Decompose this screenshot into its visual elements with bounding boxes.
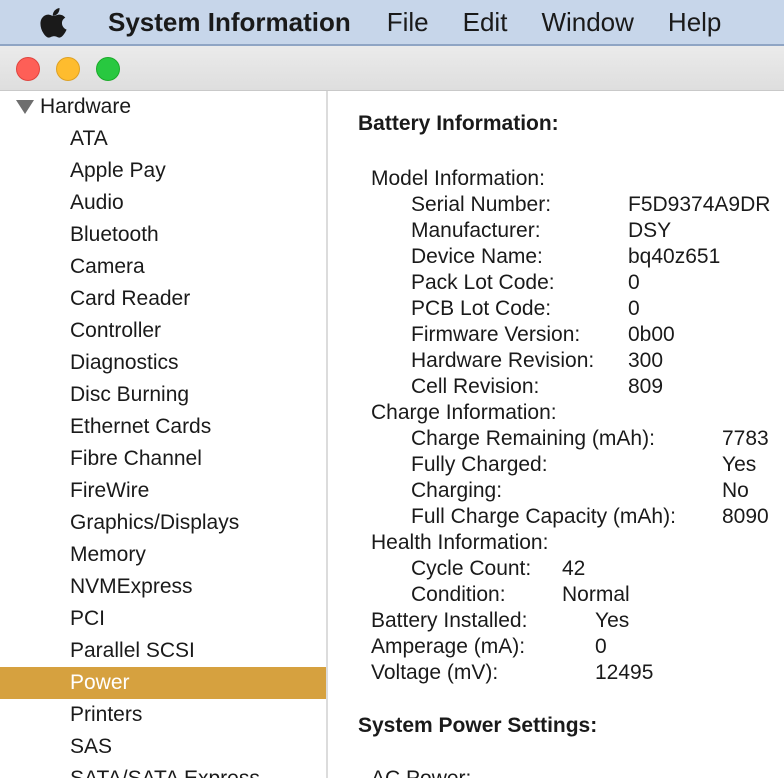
charge-row: Full Charge Capacity (mAh): 8090 xyxy=(328,504,784,530)
row-value: bq40z651 xyxy=(628,245,721,268)
sidebar-group-label: Hardware xyxy=(40,95,132,118)
row-label: Fully Charged: xyxy=(411,453,548,476)
row-label: PCB Lot Code: xyxy=(411,297,552,320)
sidebar-item-pci[interactable]: PCI xyxy=(0,603,326,635)
model-row: Cell Revision: 809 xyxy=(328,374,784,400)
health-info-heading: Health Information: xyxy=(371,531,549,554)
row-label: Cycle Count: xyxy=(411,557,532,580)
row-label: Voltage (mV): xyxy=(371,661,499,684)
sidebar-item-apple-pay[interactable]: Apple Pay xyxy=(0,155,326,187)
row-value: 0 xyxy=(628,271,640,294)
row-label: Condition: xyxy=(411,583,506,606)
row-label: Cell Revision: xyxy=(411,375,540,398)
ac-power-label: AC Power: xyxy=(371,766,471,778)
detail-pane: Battery Information: Model Information: … xyxy=(328,91,784,778)
row-label: Manufacturer: xyxy=(411,219,541,242)
menu-file[interactable]: File xyxy=(387,7,429,38)
row-value: 7783 xyxy=(722,427,769,450)
row-value: Yes xyxy=(722,453,757,476)
menu-app-name[interactable]: System Information xyxy=(108,7,351,38)
row-value: No xyxy=(722,479,749,502)
sidebar-item-memory[interactable]: Memory xyxy=(0,539,326,571)
sidebar-list: ATA Apple Pay Audio Bluetooth Camera Car… xyxy=(0,123,326,778)
sidebar-item-parallel-scsi[interactable]: Parallel SCSI xyxy=(0,635,326,667)
battery-row: Amperage (mA): 0 xyxy=(328,634,784,660)
row-value: 0 xyxy=(628,297,640,320)
zoom-window-button[interactable] xyxy=(96,57,120,81)
sidebar-item-sas[interactable]: SAS xyxy=(0,731,326,763)
sidebar-item-disc-burning[interactable]: Disc Burning xyxy=(0,379,326,411)
sidebar-item-ethernet-cards[interactable]: Ethernet Cards xyxy=(0,411,326,443)
row-label: Full Charge Capacity (mAh): xyxy=(411,505,676,528)
row-label: Charging: xyxy=(411,479,503,502)
row-value: Normal xyxy=(562,583,630,606)
model-row: Pack Lot Code: 0 xyxy=(328,270,784,296)
row-value: 8090 xyxy=(722,505,769,528)
sidebar-item-audio[interactable]: Audio xyxy=(0,187,326,219)
model-row: Serial Number: F5D9374A9DR xyxy=(328,192,784,218)
model-row: Hardware Revision: 300 xyxy=(328,348,784,374)
charge-info-heading: Charge Information: xyxy=(371,401,557,424)
menu-help[interactable]: Help xyxy=(668,7,721,38)
sidebar-item-fibre-channel[interactable]: Fibre Channel xyxy=(0,443,326,475)
row-value: 12495 xyxy=(595,661,654,684)
sidebar-item-printers[interactable]: Printers xyxy=(0,699,326,731)
minimize-window-button[interactable] xyxy=(56,57,80,81)
row-label: Charge Remaining (mAh): xyxy=(411,427,655,450)
battery-row: Battery Installed: Yes xyxy=(328,608,784,634)
model-row: Manufacturer: DSY xyxy=(328,218,784,244)
row-value: F5D9374A9DR xyxy=(628,193,771,216)
sidebar-item-bluetooth[interactable]: Bluetooth xyxy=(0,219,326,251)
row-value: 42 xyxy=(562,557,586,580)
sidebar-item-controller[interactable]: Controller xyxy=(0,315,326,347)
row-value: 0 xyxy=(595,635,607,658)
row-label: Battery Installed: xyxy=(371,609,528,632)
sidebar-item-power[interactable]: Power xyxy=(0,667,326,699)
power-settings-title: System Power Settings: xyxy=(358,714,598,737)
model-row: Firmware Version: 0b00 xyxy=(328,322,784,348)
row-label: Device Name: xyxy=(411,245,543,268)
sidebar-item-camera[interactable]: Camera xyxy=(0,251,326,283)
sidebar: Hardware ATA Apple Pay Audio Bluetooth C… xyxy=(0,91,326,778)
battery-row: Voltage (mV): 12495 xyxy=(328,660,784,686)
model-row: Device Name: bq40z651 xyxy=(328,244,784,270)
sidebar-item-firewire[interactable]: FireWire xyxy=(0,475,326,507)
menu-edit[interactable]: Edit xyxy=(463,7,508,38)
disclosure-triangle-icon[interactable] xyxy=(16,100,34,114)
row-label: Amperage (mA): xyxy=(371,635,526,658)
row-label: Pack Lot Code: xyxy=(411,271,555,294)
battery-info-title: Battery Information: xyxy=(358,112,559,135)
charge-row: Charging: No xyxy=(328,478,784,504)
sidebar-group-hardware[interactable]: Hardware xyxy=(0,93,326,121)
row-label: Hardware Revision: xyxy=(411,349,595,372)
sidebar-item-nvmexpress[interactable]: NVMExpress xyxy=(0,571,326,603)
sidebar-item-diagnostics[interactable]: Diagnostics xyxy=(0,347,326,379)
sidebar-item-graphics-displays[interactable]: Graphics/Displays xyxy=(0,507,326,539)
row-label: Serial Number: xyxy=(411,193,552,216)
health-row: Condition: Normal xyxy=(328,582,784,608)
row-value: DSY xyxy=(628,219,672,242)
sidebar-item-card-reader[interactable]: Card Reader xyxy=(0,283,326,315)
charge-row: Charge Remaining (mAh): 7783 xyxy=(328,426,784,452)
row-value: 809 xyxy=(628,375,664,398)
row-value: 300 xyxy=(628,349,664,372)
charge-row: Fully Charged: Yes xyxy=(328,452,784,478)
row-label: Firmware Version: xyxy=(411,323,581,346)
apple-logo-icon[interactable] xyxy=(40,5,70,39)
sidebar-item-sata[interactable]: SATA/SATA Express xyxy=(0,763,326,778)
health-row: Cycle Count: 42 xyxy=(328,556,784,582)
row-value: Yes xyxy=(595,609,630,632)
model-row: PCB Lot Code: 0 xyxy=(328,296,784,322)
menu-window[interactable]: Window xyxy=(541,7,633,38)
sidebar-item-ata[interactable]: ATA xyxy=(0,123,326,155)
window-title-bar xyxy=(0,46,784,91)
menu-bar: System Information File Edit Window Help xyxy=(0,0,784,44)
row-value: 0b00 xyxy=(628,323,675,346)
model-info-heading: Model Information: xyxy=(371,167,545,190)
close-window-button[interactable] xyxy=(16,57,40,81)
